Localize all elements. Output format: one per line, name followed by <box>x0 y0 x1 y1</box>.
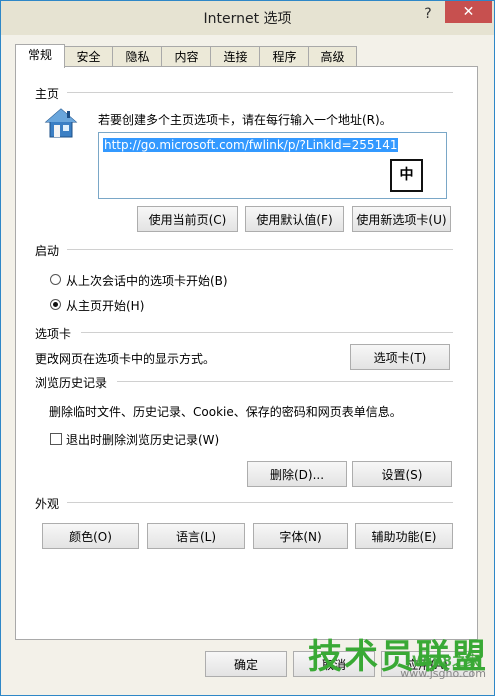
colors-button[interactable]: 颜色(O) <box>42 523 139 549</box>
startup-last-session-radio[interactable] <box>50 274 61 285</box>
delete-on-exit-checkbox[interactable] <box>50 433 62 445</box>
apply-button[interactable]: 应用(A) <box>381 651 473 677</box>
tabs-group-label: 选项卡 <box>35 327 72 341</box>
languages-button[interactable]: 语言(L) <box>147 523 245 549</box>
history-description: 删除临时文件、历史记录、Cookie、保存的密码和网页表单信息。 <box>49 405 402 419</box>
tab-general[interactable]: 常规 <box>15 44 65 68</box>
cancel-button[interactable]: 取消 <box>293 651 375 677</box>
startup-group-divider <box>67 249 453 250</box>
startup-home-page-radio[interactable] <box>50 299 61 310</box>
home-instruction: 若要创建多个主页选项卡，请在每行输入一个地址(R)。 <box>98 113 392 127</box>
appearance-group-label: 外观 <box>35 497 60 511</box>
home-page-url-text: http://go.microsoft.com/fwlink/p/?LinkId… <box>103 138 399 152</box>
tabs-group-divider <box>81 332 453 333</box>
history-group-label: 浏览历史记录 <box>35 376 108 390</box>
ime-indicator[interactable]: 中 <box>390 159 423 192</box>
use-current-button[interactable]: 使用当前页(C) <box>137 206 238 232</box>
tab-advanced[interactable]: 高级 <box>308 46 357 67</box>
title-bar[interactable]: Internet 选项 ? ✕ <box>1 1 494 35</box>
tab-connections[interactable]: 连接 <box>210 46 261 67</box>
startup-home-page-label[interactable]: 从主页开始(H) <box>66 297 144 314</box>
tabs-settings-button[interactable]: 选项卡(T) <box>350 344 450 370</box>
ok-button[interactable]: 确定 <box>205 651 287 677</box>
tab-security[interactable]: 安全 <box>63 46 114 67</box>
delete-on-exit-label[interactable]: 退出时删除浏览历史记录(W) <box>66 431 219 448</box>
tab-content[interactable]: 内容 <box>161 46 212 67</box>
startup-last-session-label[interactable]: 从上次会话中的选项卡开始(B) <box>66 272 228 289</box>
tabs-description: 更改网页在选项卡中的显示方式。 <box>35 352 216 366</box>
close-button[interactable]: ✕ <box>445 1 492 23</box>
use-default-button[interactable]: 使用默认值(F) <box>245 206 344 232</box>
accessibility-button[interactable]: 辅助功能(E) <box>355 523 453 549</box>
appearance-group-divider <box>67 502 453 503</box>
home-group-divider <box>67 92 453 93</box>
history-settings-button[interactable]: 设置(S) <box>352 461 452 487</box>
internet-options-window: Internet 选项 ? ✕ 常规 安全 隐私 内容 连接 程序 高级 主页 … <box>0 0 495 696</box>
delete-history-button[interactable]: 删除(D)... <box>247 461 347 487</box>
help-button[interactable]: ? <box>415 3 441 25</box>
home-group-label: 主页 <box>35 87 60 101</box>
startup-group-label: 启动 <box>35 244 60 258</box>
tab-privacy[interactable]: 隐私 <box>112 46 163 67</box>
history-group-divider <box>117 381 453 382</box>
home-icon <box>43 105 79 141</box>
tab-programs[interactable]: 程序 <box>259 46 310 67</box>
use-new-tab-button[interactable]: 使用新选项卡(U) <box>352 206 451 232</box>
fonts-button[interactable]: 字体(N) <box>253 523 348 549</box>
